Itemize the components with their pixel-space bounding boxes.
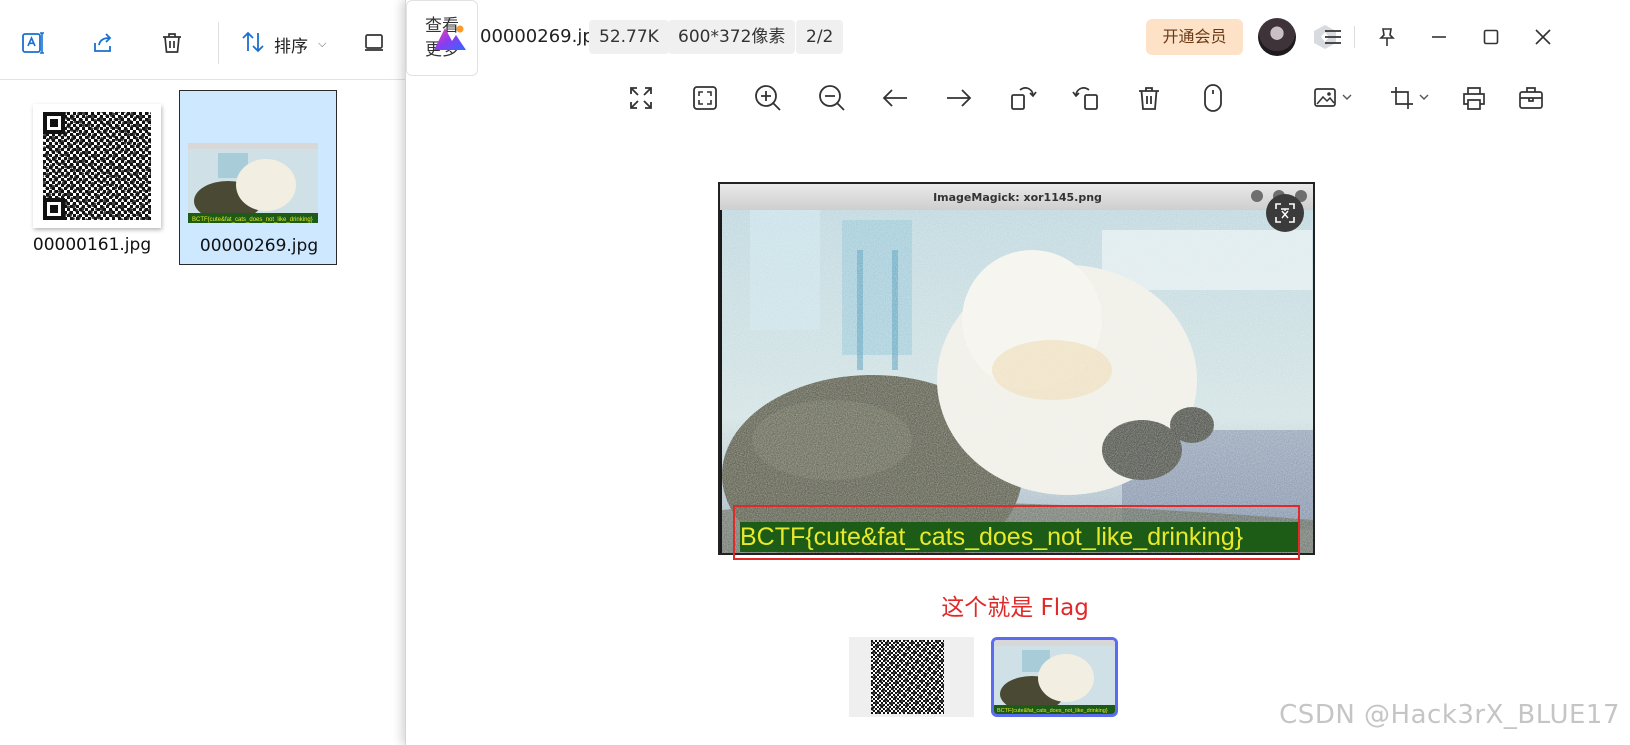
ocr-icon xyxy=(1275,203,1295,223)
file-title: 00000269.jpg xyxy=(480,26,606,47)
edit-image-dropdown[interactable] xyxy=(1309,78,1359,118)
file-item-selected[interactable]: BCTF{cute&fat_cats_does_not_like_drinkin… xyxy=(179,90,337,265)
cat-image-thumbnail: BCTF{cute&fat_cats_does_not_like_drinkin… xyxy=(188,143,318,223)
print-icon[interactable] xyxy=(1454,78,1494,118)
file-explorer-pane: 排序 ⌵ 00000161.jpg BCTF{cute&fat_cats_doe… xyxy=(0,0,410,745)
sort-icon xyxy=(240,29,266,60)
rotate-left-icon[interactable] xyxy=(1003,78,1043,118)
cat-image-thumbnail: BCTF{cute&fat_cats_does_not_like_drinkin… xyxy=(994,640,1115,714)
rotate-right-icon[interactable] xyxy=(1066,78,1106,118)
avatar[interactable] xyxy=(1258,18,1296,56)
crop-dropdown[interactable] xyxy=(1386,78,1436,118)
share-icon[interactable] xyxy=(86,26,120,60)
vip-button[interactable]: 开通会员 xyxy=(1146,19,1243,55)
app-logo-icon xyxy=(434,25,466,50)
viewer-titlebar: 00000269.jpg 52.77K 600*372像素 2/2 开通会员 xyxy=(406,0,1630,74)
toolbar-separator xyxy=(218,22,219,64)
imagemagick-window-titlebar: ImageMagick: xor1145.png xyxy=(720,184,1313,210)
file-name: 00000161.jpg xyxy=(32,235,152,255)
filmstrip-thumbnail-selected[interactable]: BCTF{cute&fat_cats_does_not_like_drinkin… xyxy=(991,637,1118,717)
delete-icon[interactable] xyxy=(1129,78,1169,118)
file-name: 00000269.jpg xyxy=(199,236,319,256)
viewer-toolbar xyxy=(406,74,1630,124)
trash-icon[interactable] xyxy=(155,26,189,60)
next-arrow-icon[interactable] xyxy=(939,78,979,118)
explorer-toolbar: 排序 ⌵ xyxy=(0,0,410,80)
toolbox-icon[interactable] xyxy=(1511,78,1551,118)
sort-button[interactable]: 排序 ⌵ xyxy=(240,28,326,60)
svg-text:BCTF{cute&fat_cats_does_not_li: BCTF{cute&fat_cats_does_not_like_drinkin… xyxy=(997,708,1108,714)
fit-window-icon[interactable] xyxy=(685,78,725,118)
titlebar-separator xyxy=(1354,26,1355,48)
chevron-down-icon: ⌵ xyxy=(318,37,327,50)
sort-label: 排序 xyxy=(274,36,308,57)
qr-noise-image xyxy=(871,640,944,714)
image-edit-icon xyxy=(1314,88,1352,107)
rename-icon[interactable] xyxy=(16,26,50,60)
image-viewer-window: 00000269.jpg 52.77K 600*372像素 2/2 开通会员 I… xyxy=(405,0,1630,745)
flag-annotation: 这个就是 Flag xyxy=(941,595,1089,621)
mouse-icon[interactable] xyxy=(1193,78,1233,118)
file-size-chip: 52.77K xyxy=(589,20,669,54)
imagemagick-window-title: ImageMagick: xor1145.png xyxy=(933,190,1102,204)
flag-highlight-box xyxy=(733,505,1300,560)
view-icon[interactable] xyxy=(358,26,392,60)
maximize-icon[interactable] xyxy=(1476,22,1506,52)
file-thumbnail xyxy=(33,104,161,228)
pin-icon[interactable] xyxy=(1372,22,1402,52)
svg-text:BCTF{cute&fat_cats_does_not_li: BCTF{cute&fat_cats_does_not_like_drinkin… xyxy=(192,217,313,223)
cat-photo xyxy=(722,210,1313,553)
close-icon[interactable] xyxy=(1528,22,1558,52)
zoom-in-icon[interactable] xyxy=(748,78,788,118)
crop-icon xyxy=(1391,87,1429,109)
minimize-icon[interactable] xyxy=(1424,22,1454,52)
menu-icon[interactable] xyxy=(1318,22,1348,52)
previous-arrow-icon[interactable] xyxy=(875,78,915,118)
watermark: CSDN @Hack3rX_BLUE17 xyxy=(1279,700,1620,730)
image-canvas[interactable]: ImageMagick: xor1145.png BCTF{cute&fat_c… xyxy=(718,182,1315,555)
zoom-out-icon[interactable] xyxy=(812,78,852,118)
position-chip: 2/2 xyxy=(796,20,844,54)
filmstrip-thumbnail[interactable] xyxy=(849,637,974,717)
file-item[interactable]: 00000161.jpg xyxy=(13,90,171,265)
qr-noise-image xyxy=(43,112,151,220)
ocr-text-button[interactable] xyxy=(1266,194,1304,232)
file-thumbnail: BCTF{cute&fat_cats_does_not_like_drinkin… xyxy=(188,143,318,223)
fullscreen-icon[interactable] xyxy=(621,78,661,118)
dimensions-chip: 600*372像素 xyxy=(668,20,796,54)
